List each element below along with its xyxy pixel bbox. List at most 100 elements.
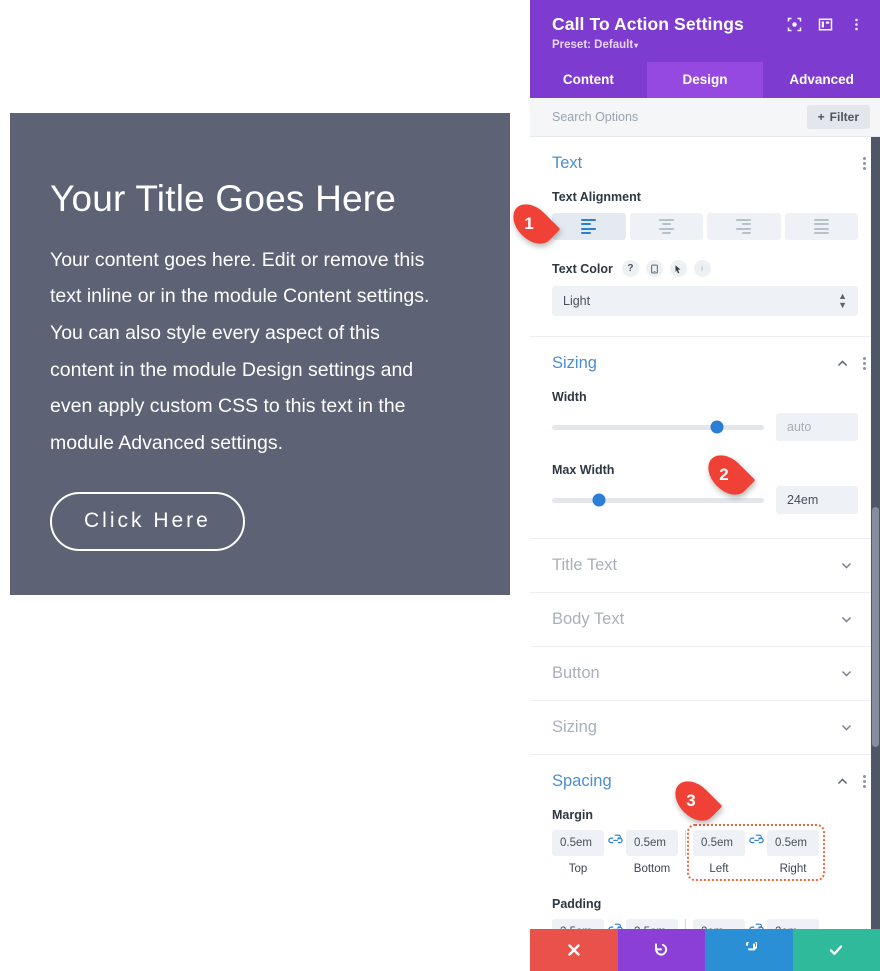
padding-left-input[interactable]: 2em — [693, 919, 745, 929]
help-icon[interactable]: ? — [621, 260, 639, 277]
panel-header: Call To Action Settings Preset: Default▾ — [530, 0, 880, 62]
padding-bottom-input[interactable]: 2.5em — [626, 919, 678, 929]
panel-tabs: Content Design Advanced — [530, 62, 880, 98]
callout-badge-3: 3 — [667, 773, 723, 829]
section-title-label: Title Text — [552, 556, 618, 574]
close-icon — [568, 944, 580, 956]
plus-icon: + — [817, 110, 825, 124]
width-control: auto — [552, 413, 858, 441]
margin-link-top-bottom-icon[interactable] — [604, 830, 626, 875]
section-title-label: Button — [552, 664, 600, 682]
layout-panel-icon[interactable] — [818, 17, 833, 32]
chevron-down-icon[interactable] — [840, 721, 853, 734]
chevron-up-icon[interactable] — [836, 775, 849, 788]
margin-bottom-caption: Bottom — [633, 863, 671, 875]
undo-icon — [655, 943, 668, 956]
width-slider[interactable] — [552, 420, 764, 434]
align-center-button[interactable] — [629, 213, 703, 240]
max-width-slider-knob[interactable] — [592, 493, 606, 507]
align-right-button[interactable] — [707, 213, 781, 240]
section-options-icon[interactable] — [862, 155, 866, 172]
callout-number: 2 — [719, 465, 729, 484]
margin-bottom-cell: 0.5em Bottom — [626, 830, 678, 875]
chevron-down-icon[interactable] — [840, 559, 853, 572]
callout-badge-2: 2 — [700, 447, 756, 503]
section-header-sizing-2[interactable]: Sizing — [530, 701, 880, 754]
section-options-icon[interactable] — [862, 355, 866, 372]
padding-left-right-group: 2em Left — [693, 919, 819, 929]
max-width-value-input[interactable]: 24em — [776, 486, 858, 514]
chevron-up-icon[interactable] — [836, 357, 849, 370]
cursor-icon[interactable] — [669, 260, 687, 277]
label-text: Text Color — [552, 261, 613, 276]
search-input[interactable] — [552, 110, 807, 124]
padding-row: 2.5em Top — [552, 919, 858, 929]
padding-link-top-bottom-icon[interactable] — [604, 919, 626, 929]
mobile-icon[interactable] — [645, 260, 663, 277]
margin-row: 0.5em Top 0.5em Bottom 0.5em Left 0.5em … — [552, 824, 858, 881]
margin-top-caption: Top — [568, 863, 588, 875]
align-left-icon — [581, 216, 597, 237]
cancel-button[interactable] — [530, 929, 618, 971]
section-sizing-collapsed: Sizing — [530, 701, 880, 755]
align-justify-button[interactable] — [784, 213, 858, 240]
margin-right-input[interactable]: 0.5em — [767, 830, 819, 856]
filter-button[interactable]: + Filter — [806, 105, 870, 129]
padding-right-input[interactable]: 2em — [767, 919, 819, 929]
section-header-body-text[interactable]: Body Text — [530, 593, 880, 646]
section-title-sizing: Sizing — [552, 354, 597, 372]
call-to-action-module[interactable]: Your Title Goes Here Your content goes h… — [10, 113, 510, 595]
chevron-up-icon[interactable] — [836, 157, 849, 170]
align-right-icon — [736, 216, 752, 237]
section-options-icon[interactable] — [862, 773, 866, 790]
margin-top-bottom-group: 0.5em Top 0.5em Bottom — [552, 830, 678, 875]
redo-icon — [745, 942, 757, 951]
section-header-sizing[interactable]: Sizing — [530, 337, 880, 390]
cta-title: Your Title Goes Here — [50, 178, 397, 219]
margin-left-input[interactable]: 0.5em — [693, 830, 745, 856]
width-slider-knob[interactable] — [710, 420, 724, 434]
tab-design[interactable]: Design — [646, 62, 764, 98]
undo-button[interactable] — [617, 929, 705, 971]
max-width-value: 24em — [787, 493, 819, 507]
cta-body-text: Your content goes here. Edit or remove t… — [50, 248, 430, 454]
margin-top-input[interactable]: 0.5em — [552, 830, 604, 856]
label-text: Width — [552, 390, 587, 404]
chevron-down-icon[interactable] — [840, 667, 853, 680]
panel-scrollbar-thumb[interactable] — [872, 507, 879, 747]
callout-number: 1 — [524, 214, 534, 233]
margin-bottom-input[interactable]: 0.5em — [626, 830, 678, 856]
panel-action-bar — [530, 929, 880, 971]
chevron-down-icon[interactable] — [840, 613, 853, 626]
panel-preset-selector[interactable]: Preset: Default▾ — [552, 39, 864, 51]
padding-top-input[interactable]: 2.5em — [552, 919, 604, 929]
padding-right-value: 2em — [775, 926, 797, 929]
section-header-title-text[interactable]: Title Text — [530, 539, 880, 592]
tab-content[interactable]: Content — [530, 62, 647, 98]
redo-button[interactable] — [705, 929, 793, 971]
margin-left-cell: 0.5em Left — [693, 830, 745, 875]
section-header-button[interactable]: Button — [530, 647, 880, 700]
margin-bottom-value: 0.5em — [634, 837, 666, 849]
align-left-button[interactable] — [552, 213, 626, 240]
tab-advanced[interactable]: Advanced — [763, 62, 880, 98]
cta-click-here-button[interactable]: Click Here — [50, 491, 245, 551]
section-header-text[interactable]: Text — [530, 137, 880, 190]
section-sizing: Sizing Width auto Max Width 24em — [530, 337, 880, 539]
more-options-icon[interactable] — [693, 260, 711, 277]
text-color-select[interactable]: Light ▲ ▼ — [552, 286, 858, 316]
check-icon — [830, 945, 843, 955]
margin-link-left-right-icon[interactable] — [745, 830, 767, 875]
app-root: Your Title Goes Here Your content goes h… — [0, 0, 880, 971]
panel-scrollbar-track[interactable] — [871, 137, 880, 929]
padding-left-cell: 2em Left — [693, 919, 745, 929]
padding-left-value: 2em — [701, 926, 723, 929]
save-button[interactable] — [792, 929, 880, 971]
padding-top-value: 2.5em — [560, 926, 592, 929]
max-width-slider[interactable] — [552, 493, 764, 507]
more-vertical-icon[interactable] — [849, 17, 864, 32]
width-value-input[interactable]: auto — [776, 413, 858, 441]
focus-icon[interactable] — [787, 17, 802, 32]
label-text: Max Width — [552, 463, 615, 477]
padding-link-left-right-icon[interactable] — [745, 919, 767, 929]
